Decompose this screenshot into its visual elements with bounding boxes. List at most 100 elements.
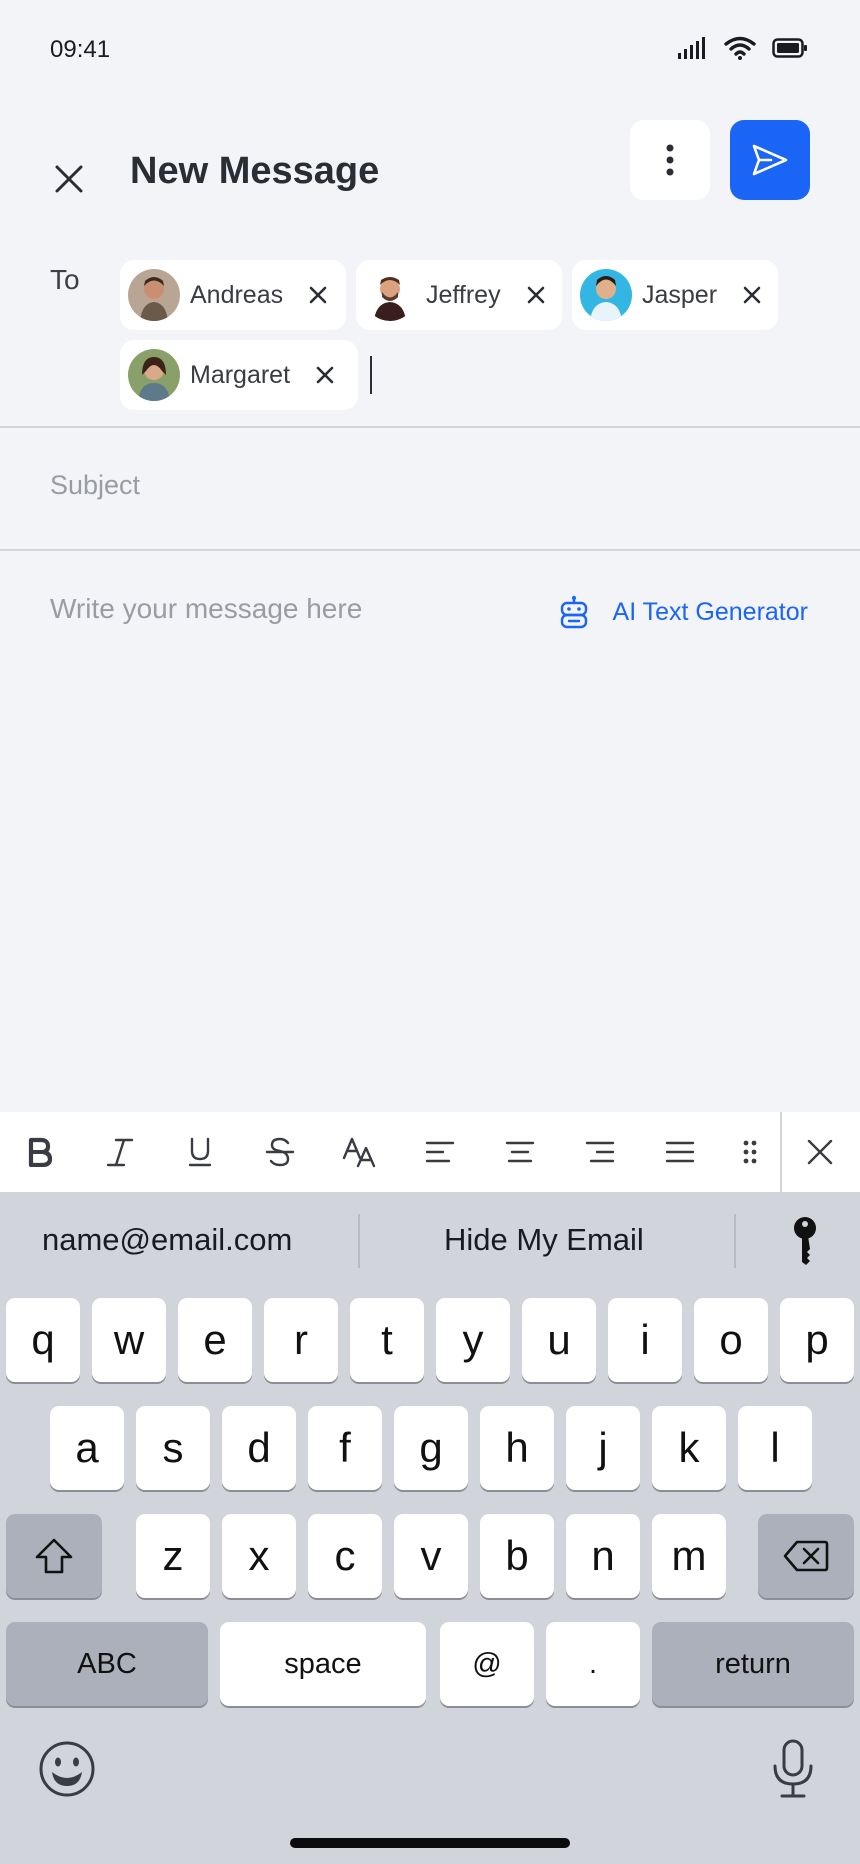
align-left-button[interactable] bbox=[400, 1112, 480, 1192]
strikethrough-icon bbox=[265, 1137, 295, 1167]
remove-recipient-button[interactable] bbox=[310, 360, 340, 390]
key-h[interactable]: h bbox=[480, 1406, 554, 1490]
key-v[interactable]: v bbox=[394, 1514, 468, 1598]
key-f[interactable]: f bbox=[308, 1406, 382, 1490]
page-title: New Message bbox=[130, 150, 380, 192]
robot-icon bbox=[560, 595, 587, 629]
backspace-key[interactable] bbox=[758, 1514, 854, 1598]
key-n[interactable]: n bbox=[566, 1514, 640, 1598]
key-c[interactable]: c bbox=[308, 1514, 382, 1598]
drag-handle-button[interactable] bbox=[720, 1112, 780, 1192]
keyboard-suggestions: name@email.com Hide My Email bbox=[0, 1192, 860, 1292]
shift-key[interactable] bbox=[6, 1514, 102, 1598]
to-label: To bbox=[50, 264, 80, 295]
avatar bbox=[128, 269, 180, 321]
key-a[interactable]: a bbox=[50, 1406, 124, 1490]
abc-key[interactable]: ABC bbox=[6, 1622, 208, 1706]
key-z[interactable]: z bbox=[136, 1514, 210, 1598]
bold-icon bbox=[28, 1137, 53, 1167]
remove-recipient-button[interactable] bbox=[303, 280, 333, 310]
send-button[interactable] bbox=[730, 120, 810, 200]
key-k[interactable]: k bbox=[652, 1406, 726, 1490]
ai-text-generator-button[interactable]: AI Text Generator bbox=[559, 595, 808, 629]
recipient-chip[interactable]: Jeffrey bbox=[356, 260, 562, 330]
at-key[interactable]: @ bbox=[440, 1622, 534, 1706]
key-d[interactable]: d bbox=[222, 1406, 296, 1490]
italic-button[interactable] bbox=[80, 1112, 160, 1192]
recipient-name: Andreas bbox=[190, 280, 284, 309]
key-y[interactable]: y bbox=[436, 1298, 510, 1382]
drag-handle-icon bbox=[743, 1140, 757, 1164]
close-button[interactable] bbox=[46, 156, 92, 202]
remove-recipient-button[interactable] bbox=[521, 280, 551, 310]
bold-button[interactable] bbox=[0, 1112, 80, 1192]
key-g[interactable]: g bbox=[394, 1406, 468, 1490]
more-options-button[interactable] bbox=[630, 120, 710, 200]
suggestion-divider bbox=[358, 1214, 360, 1268]
key-l[interactable]: l bbox=[738, 1406, 812, 1490]
status-icons bbox=[678, 36, 808, 60]
recipient-chip[interactable]: Margaret bbox=[120, 340, 358, 410]
recipient-name: Margaret bbox=[190, 360, 291, 389]
subject-input[interactable] bbox=[50, 470, 810, 501]
wifi-icon bbox=[724, 36, 756, 60]
to-section: To Andreas Jeffrey Jasper Margaret bbox=[0, 250, 860, 428]
remove-recipient-button[interactable] bbox=[737, 280, 767, 310]
avatar bbox=[580, 269, 632, 321]
text-size-icon bbox=[342, 1137, 376, 1168]
text-size-button[interactable] bbox=[320, 1112, 400, 1192]
status-time: 09:41 bbox=[50, 36, 111, 63]
space-key[interactable]: space bbox=[220, 1622, 426, 1706]
emoji-button[interactable] bbox=[38, 1740, 96, 1803]
backspace-icon bbox=[783, 1540, 829, 1572]
emoji-icon bbox=[39, 1741, 95, 1797]
key-b[interactable]: b bbox=[480, 1514, 554, 1598]
passwords-key-button[interactable] bbox=[790, 1216, 820, 1271]
key-p[interactable]: p bbox=[780, 1298, 854, 1382]
key-t[interactable]: t bbox=[350, 1298, 424, 1382]
key-x[interactable]: x bbox=[222, 1514, 296, 1598]
strikethrough-button[interactable] bbox=[240, 1112, 320, 1192]
recipient-chip[interactable]: Andreas bbox=[120, 260, 346, 330]
key-q[interactable]: q bbox=[6, 1298, 80, 1382]
home-indicator bbox=[290, 1838, 570, 1848]
avatar bbox=[364, 269, 416, 321]
message-body: AI Text Generator bbox=[0, 553, 860, 1110]
align-justify-button[interactable] bbox=[640, 1112, 720, 1192]
recipient-chip[interactable]: Jasper bbox=[572, 260, 778, 330]
recipient-name: Jasper bbox=[642, 280, 718, 309]
key-w[interactable]: w bbox=[92, 1298, 166, 1382]
align-right-button[interactable] bbox=[560, 1112, 640, 1192]
recipient-chips[interactable]: Andreas Jeffrey Jasper Margaret bbox=[120, 260, 810, 410]
close-toolbar-button[interactable] bbox=[780, 1112, 860, 1192]
text-cursor bbox=[370, 356, 372, 394]
key-m[interactable]: m bbox=[652, 1514, 726, 1598]
dictation-button[interactable] bbox=[770, 1738, 816, 1805]
key-s[interactable]: s bbox=[136, 1406, 210, 1490]
key-o[interactable]: o bbox=[694, 1298, 768, 1382]
close-icon bbox=[316, 366, 334, 384]
align-right-icon bbox=[585, 1141, 615, 1163]
key-j[interactable]: j bbox=[566, 1406, 640, 1490]
key-e[interactable]: e bbox=[178, 1298, 252, 1382]
underline-button[interactable] bbox=[160, 1112, 240, 1192]
return-key[interactable]: return bbox=[652, 1622, 854, 1706]
signal-icon bbox=[678, 37, 705, 59]
close-icon bbox=[807, 1139, 833, 1165]
header: New Message bbox=[0, 110, 860, 210]
formatting-toolbar bbox=[0, 1112, 860, 1192]
suggestion-email[interactable]: name@email.com bbox=[42, 1222, 292, 1258]
italic-icon bbox=[106, 1138, 134, 1167]
key-icon bbox=[794, 1217, 816, 1265]
key-i[interactable]: i bbox=[608, 1298, 682, 1382]
recipient-name: Jeffrey bbox=[426, 280, 501, 309]
underline-icon bbox=[188, 1137, 212, 1167]
suggestion-hide-my-email[interactable]: Hide My Email bbox=[444, 1222, 644, 1258]
message-input[interactable] bbox=[50, 593, 510, 653]
key-u[interactable]: u bbox=[522, 1298, 596, 1382]
align-left-icon bbox=[425, 1141, 455, 1163]
dot-key[interactable]: . bbox=[546, 1622, 640, 1706]
align-center-button[interactable] bbox=[480, 1112, 560, 1192]
shift-icon bbox=[35, 1538, 73, 1574]
key-r[interactable]: r bbox=[264, 1298, 338, 1382]
